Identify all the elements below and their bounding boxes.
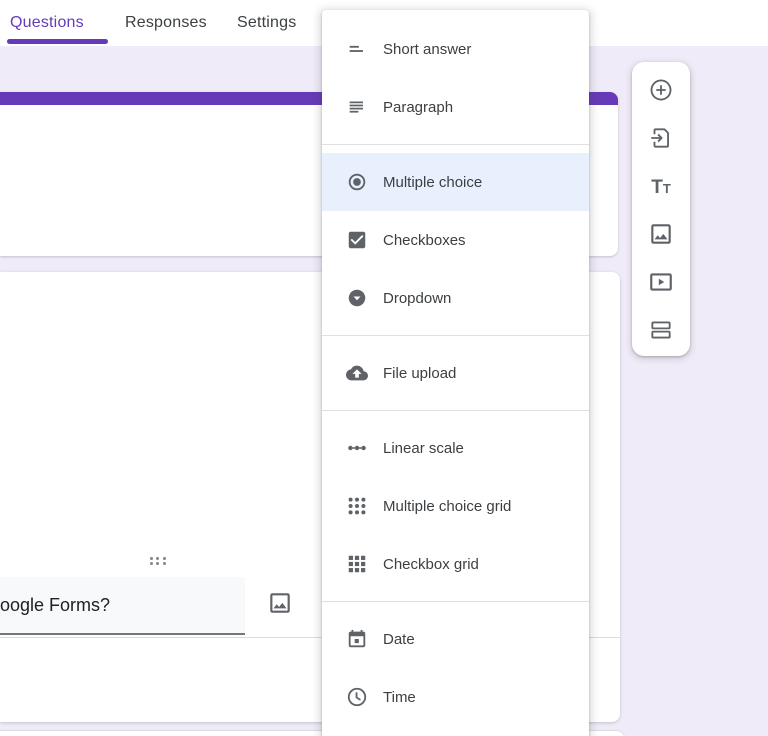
menu-item-dropdown[interactable]: Dropdown xyxy=(322,269,589,327)
menu-group-divider xyxy=(322,335,589,336)
menu-item-label: Multiple choice grid xyxy=(383,497,512,515)
import-questions-icon xyxy=(648,125,674,154)
menu-item-checkboxes[interactable]: Checkboxes xyxy=(322,211,589,269)
menu-item-multiple-choice-grid[interactable]: Multiple choice grid xyxy=(322,477,589,535)
question-title-text: oogle Forms? xyxy=(0,594,111,615)
add-title-button[interactable]: Tt xyxy=(637,163,685,211)
tab-responses-label: Responses xyxy=(125,14,207,31)
drag-handle[interactable] xyxy=(148,556,168,566)
multiple-choice-icon xyxy=(346,171,368,193)
menu-group-divider xyxy=(322,410,589,411)
image-icon xyxy=(267,590,293,619)
menu-item-label: Dropdown xyxy=(383,289,452,307)
tab-questions-label: Questions xyxy=(10,14,84,31)
image-icon xyxy=(648,221,674,250)
import-questions-button[interactable] xyxy=(637,115,685,163)
question-type-menu: Short answer Paragraph Multiple choice C… xyxy=(322,10,589,736)
multiple-choice-grid-icon xyxy=(346,495,368,517)
menu-item-label: Checkboxes xyxy=(383,231,466,249)
add-question-button[interactable] xyxy=(637,67,685,115)
paragraph-icon xyxy=(346,96,368,118)
add-section-button[interactable] xyxy=(637,307,685,355)
menu-item-multiple-choice[interactable]: Multiple choice xyxy=(322,153,589,211)
video-icon xyxy=(648,269,674,298)
menu-item-label: Multiple choice xyxy=(383,173,483,191)
floating-toolbar: Tt xyxy=(632,62,690,356)
tab-responses[interactable]: Responses xyxy=(125,0,207,46)
menu-item-label: Linear scale xyxy=(383,439,464,457)
menu-item-date[interactable]: Date xyxy=(322,610,589,668)
active-tab-indicator xyxy=(7,39,108,44)
text-title-icon: Tt xyxy=(651,176,671,198)
menu-item-label: Checkbox grid xyxy=(383,555,479,573)
tab-questions[interactable]: Questions xyxy=(7,0,108,46)
checkbox-grid-icon xyxy=(346,553,368,575)
time-icon xyxy=(346,686,368,708)
menu-item-label: Paragraph xyxy=(383,98,454,116)
menu-item-label: Short answer xyxy=(383,40,472,58)
tab-settings[interactable]: Settings xyxy=(237,0,296,46)
file-upload-icon xyxy=(346,362,368,384)
checkboxes-icon xyxy=(346,229,368,251)
question-add-image-button[interactable] xyxy=(262,586,298,622)
menu-item-time[interactable]: Time xyxy=(322,668,589,726)
question-title-input[interactable]: oogle Forms? xyxy=(0,577,245,635)
menu-item-file-upload[interactable]: File upload xyxy=(322,344,589,402)
menu-item-paragraph[interactable]: Paragraph xyxy=(322,78,589,136)
menu-item-short-answer[interactable]: Short answer xyxy=(322,20,589,78)
add-circle-icon xyxy=(648,77,674,106)
add-image-button[interactable] xyxy=(637,211,685,259)
menu-item-checkbox-grid[interactable]: Checkbox grid xyxy=(322,535,589,593)
menu-group-divider xyxy=(322,601,589,602)
short-answer-icon xyxy=(346,38,368,60)
date-icon xyxy=(346,628,368,650)
menu-item-label: File upload xyxy=(383,364,457,382)
linear-scale-icon xyxy=(346,437,368,459)
menu-group-divider xyxy=(322,144,589,145)
add-video-button[interactable] xyxy=(637,259,685,307)
menu-item-label: Date xyxy=(383,630,415,648)
menu-item-label: Time xyxy=(383,688,416,706)
section-icon xyxy=(648,317,674,346)
dropdown-icon xyxy=(346,287,368,309)
menu-item-linear-scale[interactable]: Linear scale xyxy=(322,419,589,477)
tab-settings-label: Settings xyxy=(237,14,297,31)
